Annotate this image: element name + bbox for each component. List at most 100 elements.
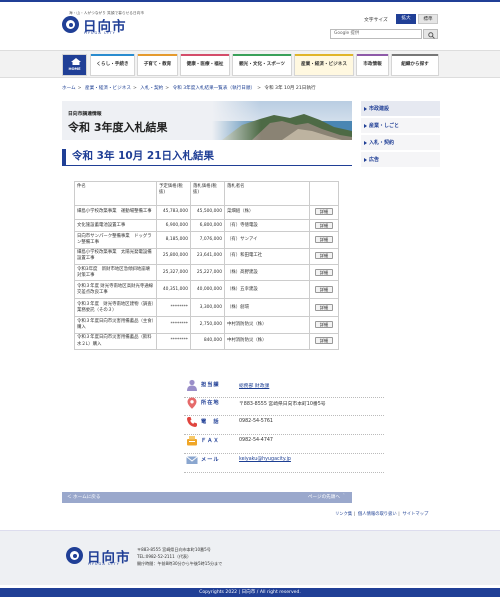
- city-emblem-icon: [66, 547, 83, 564]
- font-size-large-button[interactable]: 拡大: [396, 14, 416, 24]
- detail-button[interactable]: 詳細: [315, 268, 333, 276]
- fax-label: ＦＡＸ: [201, 438, 220, 444]
- address-label: 所在地: [201, 400, 220, 406]
- department-link[interactable]: 総務部 財政課: [239, 382, 269, 389]
- detail-button[interactable]: 詳細: [315, 321, 333, 329]
- nav-home[interactable]: HOME: [62, 54, 87, 76]
- search-icon: [428, 31, 435, 39]
- detail-cell: 詳細: [309, 218, 339, 233]
- winning-price-cell: 45,500,000: [190, 205, 225, 220]
- mail-icon: [186, 456, 198, 464]
- nav-item-living[interactable]: くらし・手続き: [90, 54, 135, 76]
- search-input[interactable]: Google 提供: [330, 29, 422, 39]
- detail-button[interactable]: 詳細: [315, 337, 333, 345]
- column-header: 落札者名: [224, 181, 310, 206]
- nav-item-label: 観光・文化・スポーツ: [239, 62, 285, 67]
- title-banner: 日向市調達情報 令和 3年度入札結果: [62, 101, 352, 140]
- search-button[interactable]: [423, 29, 438, 39]
- bid-name-cell: 令和３年度日向市災害用備蓄品（主食）購入: [74, 316, 157, 334]
- detail-button[interactable]: 詳細: [315, 221, 333, 229]
- address-value: 〒883-8555 宮崎県日向市本町10番5号: [239, 401, 326, 407]
- planned-price-cell: 6,900,000: [156, 218, 191, 233]
- page-top-link[interactable]: ページの先頭へ ＾: [308, 494, 346, 500]
- winning-price-cell: 840,000: [190, 332, 225, 351]
- detail-button[interactable]: 詳細: [315, 303, 333, 311]
- column-header: 予定価格(税抜): [156, 181, 191, 206]
- fax-value: 0982-54-4747: [239, 437, 273, 443]
- breadcrumb: ホーム > 産業・経済・ビジネス > 入札・契約 > 令和 3年度入札結果一覧表（執行…: [62, 86, 316, 91]
- nav-color-bar: [233, 54, 291, 56]
- detail-button[interactable]: 詳細: [315, 235, 333, 243]
- winner-cell: 中村消防防災（株）: [224, 332, 310, 351]
- bid-name-cell: 令和3年度 新財市地区急傾斜地崩壊対策工事: [74, 264, 157, 282]
- winner-cell: （有）寺徳電設: [224, 218, 310, 233]
- footer-logo-english-name: HYUGA CITY: [88, 562, 120, 566]
- column-header: 件名: [74, 181, 157, 206]
- font-size-standard-button[interactable]: 標準: [418, 14, 438, 24]
- sidebar-item-industry-jobs[interactable]: 産業・しごと: [361, 118, 440, 134]
- mail-label: メール: [201, 457, 220, 463]
- nav-item-organization[interactable]: 組織から探す: [391, 54, 439, 76]
- nav-item-label: 市政情報: [363, 62, 382, 67]
- nav-item-label: 健康・医療・福祉: [186, 62, 224, 67]
- breadcrumb-link[interactable]: 産業・経済・ビジネス: [85, 86, 131, 91]
- footer-link[interactable]: リンク集: [335, 512, 352, 517]
- column-header: [309, 181, 339, 206]
- winner-cell: （有）サンアイ: [224, 231, 310, 249]
- nav-item-label: くらし・手続き: [96, 62, 129, 67]
- back-to-home-link[interactable]: ＜ ホームに戻る: [67, 494, 100, 500]
- winner-cell: （株）五幸建設: [224, 280, 310, 300]
- detail-button[interactable]: 詳細: [315, 285, 333, 293]
- table-row: 令和３年度日向市災害用備蓄品（飲料水２L）購入 ******** 840,000 中村…: [74, 332, 339, 351]
- detail-cell: 詳細: [309, 205, 339, 220]
- planned-price-cell: ********: [156, 298, 191, 318]
- detail-cell: 詳細: [309, 332, 339, 351]
- detail-button[interactable]: 詳細: [315, 252, 333, 260]
- winning-price-cell: 3,300,000: [190, 298, 225, 318]
- nav-item-label: 産業・経済・ビジネス: [301, 62, 347, 67]
- winner-cell: （有）和田電工社: [224, 247, 310, 266]
- phone-label: 電 話: [201, 419, 220, 425]
- nav-color-bar: [392, 54, 438, 56]
- sidebar-item-advertising[interactable]: 広告: [361, 152, 440, 168]
- department-label: 担当課: [201, 382, 220, 388]
- nav-item-tourism[interactable]: 観光・文化・スポーツ: [232, 54, 292, 76]
- global-navigation: HOME くらし・手続き 子育て・教育 健康・医療・福祉 観光・文化・スポーツ …: [0, 50, 500, 78]
- sidebar-item-city-construction[interactable]: 市政建設: [361, 101, 440, 117]
- table-row: 文化施設蓄電池設置工事 6,900,000 6,800,000 （有）寺徳電設 詳細: [74, 218, 339, 233]
- planned-price-cell: 25,327,000: [156, 264, 191, 282]
- winning-price-cell: 2,750,000: [190, 316, 225, 334]
- winning-price-cell: 6,800,000: [190, 218, 225, 233]
- table-row: 令和3年度 新財市地区急傾斜地崩壊対策工事 25,327,000 25,227,00…: [74, 264, 339, 282]
- breadcrumb-current: 令和 3年 10月 21日執行: [264, 86, 316, 91]
- footer-address: 〒883-8555 宮崎県日向市本町10番5号: [137, 547, 211, 552]
- banner-title: 令和 3年度入札結果: [68, 121, 168, 134]
- banner-subtitle: 日向市調達情報: [68, 112, 102, 117]
- winning-price-cell: 23,641,000: [190, 247, 225, 266]
- detail-cell: 詳細: [309, 247, 339, 266]
- footer-link[interactable]: 個人情報の取り扱い: [358, 512, 397, 517]
- bid-name-cell: 令和３年度 財光寺南地区高財光寺通線交差点改良工事: [74, 280, 157, 300]
- nav-item-childcare[interactable]: 子育て・教育: [137, 54, 178, 76]
- detail-button[interactable]: 詳細: [315, 208, 333, 216]
- phone-value: 0982-54-5761: [239, 418, 273, 424]
- breadcrumb-link[interactable]: 入札・契約: [140, 86, 163, 91]
- nav-item-industry[interactable]: 産業・経済・ビジネス: [294, 54, 354, 76]
- city-emblem-icon: [62, 16, 79, 33]
- nav-item-health[interactable]: 健康・医療・福祉: [180, 54, 230, 76]
- nav-color-bar: [181, 54, 229, 56]
- sidebar-item-bidding[interactable]: 入札・契約: [361, 135, 440, 151]
- nav-color-bar: [91, 54, 134, 56]
- bid-name-cell: 令和３年度 財光寺南地区建物（調査）業務委託（その３）: [74, 298, 157, 318]
- nav-color-bar: [138, 54, 177, 56]
- bid-name-cell: 日向市サンパーク整備事業 ドッグラン整備工事: [74, 231, 157, 249]
- table-row: 令和３年度日向市災害用備蓄品（主食）購入 ******** 2,750,000 中村消…: [74, 316, 339, 334]
- footer-link[interactable]: サイトマップ: [403, 512, 429, 517]
- nav-item-city-info[interactable]: 市政情報: [356, 54, 389, 76]
- bid-name-cell: 細島小学校改築事業 太陽光発電設備設置工事: [74, 247, 157, 266]
- person-icon: [187, 379, 197, 391]
- mail-link[interactable]: keiyaku@hyugacity.jp: [239, 457, 291, 462]
- breadcrumb-link[interactable]: 令和 3年度入札結果一覧表（執行日順）: [173, 86, 255, 91]
- breadcrumb-link[interactable]: ホーム: [62, 86, 76, 91]
- detail-cell: 詳細: [309, 264, 339, 282]
